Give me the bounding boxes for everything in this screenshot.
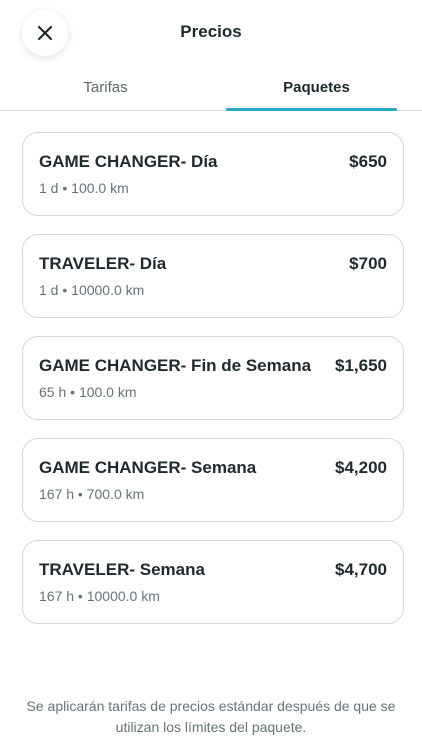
tab-bar: Tarifas Paquetes <box>0 70 422 111</box>
package-card[interactable]: TRAVELER- Semana $4,700 167 h • 10000.0 … <box>22 540 404 624</box>
page-title: Precios <box>180 22 242 41</box>
package-details: 167 h • 700.0 km <box>39 486 145 502</box>
package-details: 167 h • 10000.0 km <box>39 588 160 604</box>
package-details: 65 h • 100.0 km <box>39 384 137 400</box>
package-price: $1,650 <box>335 356 387 375</box>
package-price: $4,200 <box>335 458 387 477</box>
package-card[interactable]: TRAVELER- Día $700 1 d • 10000.0 km <box>22 234 404 318</box>
package-details: 1 d • 10000.0 km <box>39 282 145 298</box>
package-price: $700 <box>349 254 387 273</box>
package-distance: 100.0 km <box>71 180 129 196</box>
package-distance: 10000.0 km <box>86 588 160 604</box>
package-details: 1 d • 100.0 km <box>39 180 129 196</box>
header: Precios <box>0 0 422 66</box>
package-card[interactable]: GAME CHANGER- Día $650 1 d • 100.0 km <box>22 132 404 216</box>
package-name: TRAVELER- Semana <box>39 560 205 579</box>
package-card[interactable]: GAME CHANGER- Semana $4,200 167 h • 700.… <box>22 438 404 522</box>
package-price: $650 <box>349 152 387 171</box>
package-name: GAME CHANGER- Día <box>39 152 218 171</box>
package-name: TRAVELER- Día <box>39 254 167 273</box>
package-list: GAME CHANGER- Día $650 1 d • 100.0 km TR… <box>22 132 404 642</box>
package-duration: 65 h <box>39 384 67 400</box>
package-distance: 700.0 km <box>86 486 145 502</box>
package-price: $4,700 <box>335 560 387 579</box>
package-card[interactable]: GAME CHANGER- Fin de Semana $1,650 65 h … <box>22 336 404 420</box>
tab-tarifas[interactable]: Tarifas <box>0 70 211 110</box>
package-distance: 100.0 km <box>78 384 137 400</box>
footer-note: Se aplicarán tarifas de precios estándar… <box>26 698 396 735</box>
pricing-screen: Precios Tarifas Paquetes GAME CHANGER- D… <box>0 0 422 750</box>
package-duration: 1 d <box>39 180 59 196</box>
package-name: GAME CHANGER- Semana <box>39 458 257 477</box>
package-distance: 10000.0 km <box>71 282 145 298</box>
package-duration: 1 d <box>39 282 59 298</box>
package-duration: 167 h <box>39 588 75 604</box>
tab-paquetes[interactable]: Paquetes <box>211 70 422 111</box>
package-name: GAME CHANGER- Fin de Semana <box>39 356 312 375</box>
package-duration: 167 h <box>39 486 75 502</box>
